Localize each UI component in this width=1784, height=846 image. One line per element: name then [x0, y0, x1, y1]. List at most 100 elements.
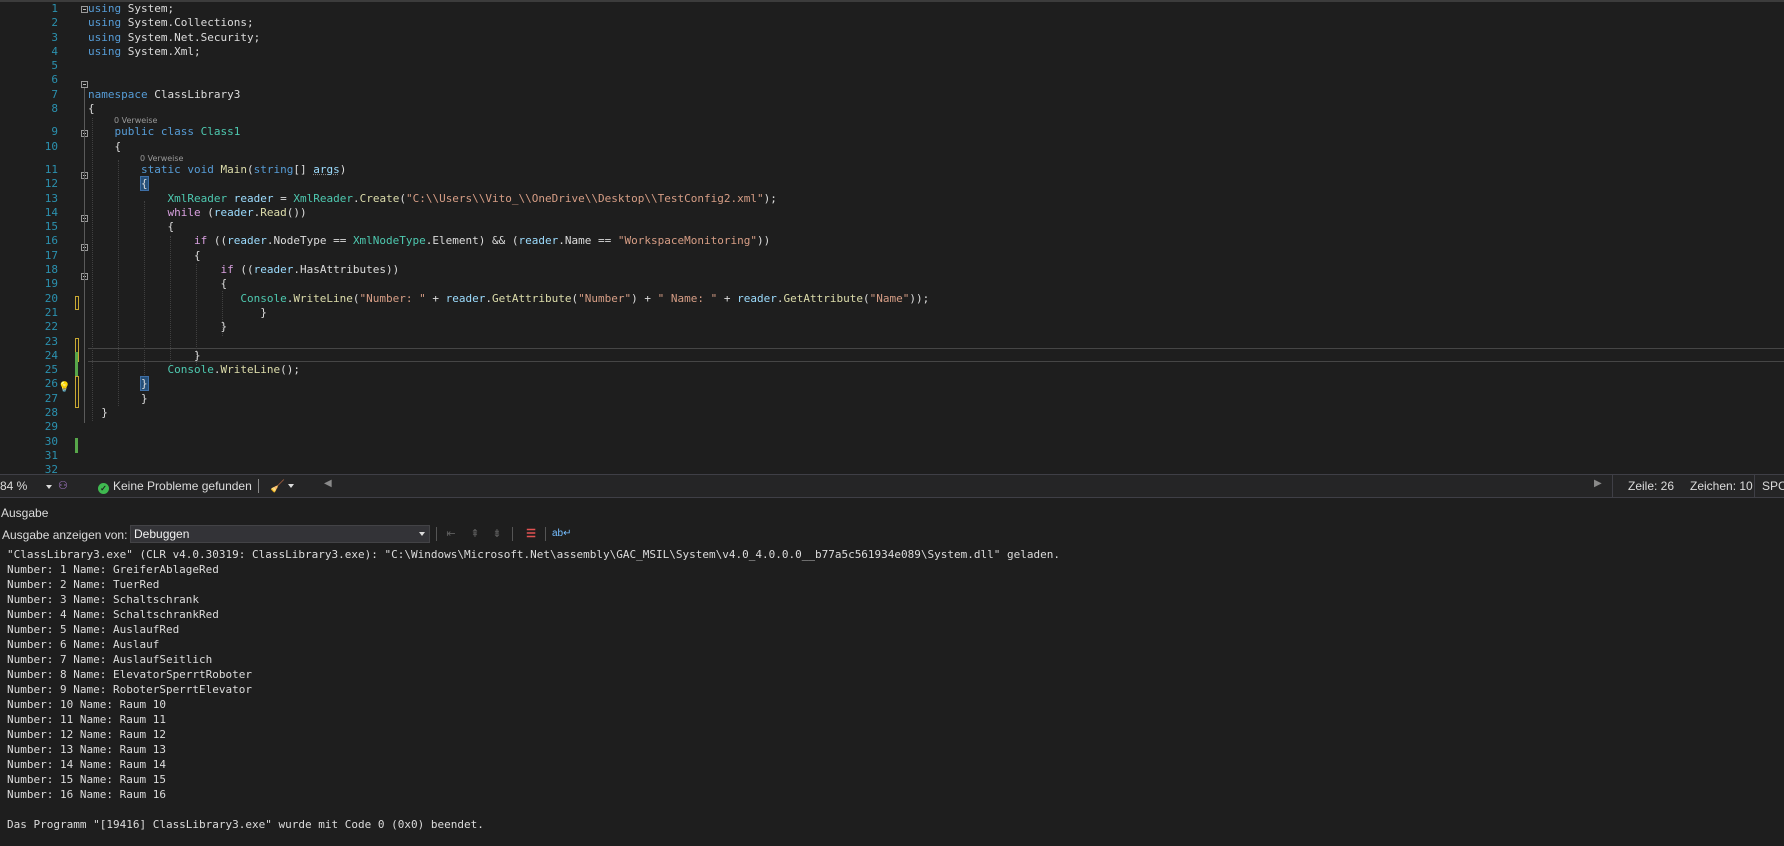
output-line: Number: 16 Name: Raum 16 [7, 788, 166, 801]
line-number: 12 [44, 177, 58, 191]
code-line-19: { [220, 277, 228, 291]
change-marker-saved [75, 438, 78, 453]
line-number: 19 [44, 277, 58, 291]
show-output-from-label: Ausgabe anzeigen von: [2, 528, 128, 542]
code-line-13: XmlReader reader = XmlReader.Create("C:\… [167, 191, 777, 205]
zoom-dropdown[interactable]: 84 % [0, 477, 52, 493]
code-line-20: Console.WriteLine("Number: " + reader.Ge… [240, 291, 930, 305]
next-message-icon[interactable]: ⇟ [488, 525, 506, 543]
line-number: 13 [44, 191, 58, 205]
code-line-25: Console.WriteLine(); [167, 363, 300, 377]
code-line-3: using System.Net.Security; [88, 30, 261, 44]
scroll-left-icon[interactable]: ◀ [324, 478, 332, 489]
code-line-22: } [220, 320, 228, 334]
change-marker-unsaved [75, 376, 79, 408]
output-text-area[interactable]: "ClassLibrary3.exe" (CLR v4.0.30319: Cla… [0, 547, 1784, 846]
line-number: 5 [51, 59, 58, 73]
output-source-select[interactable]: Debuggen [130, 525, 430, 543]
fold-toggle-using[interactable] [81, 6, 88, 13]
editor-status-bar: 84 % ⚇ ✓ Keine Probleme gefunden 🧹 ◀ ▶ Ze… [0, 474, 1784, 497]
line-number: 7 [51, 87, 58, 101]
code-line-10: { [114, 139, 122, 153]
code-line-18: if ((reader.HasAttributes)) [220, 263, 400, 277]
zoom-level: 84 % [0, 479, 28, 493]
line-number: 30 [44, 434, 58, 448]
line-number: 4 [51, 44, 58, 58]
clear-all-icon[interactable]: ☰ [522, 525, 540, 543]
line-number: 20 [44, 291, 58, 305]
code-lens-references[interactable]: 0 Verweise [88, 154, 1784, 163]
fold-toggle-namespace[interactable] [81, 81, 88, 88]
code-line-7: namespace ClassLibrary3 [88, 87, 241, 101]
code-line-14: while (reader.Read()) [167, 205, 307, 219]
column-indicator[interactable]: Zeichen: 10 [1690, 479, 1753, 493]
output-line: Number: 15 Name: Raum 15 [7, 773, 166, 786]
change-marker-saved [75, 352, 78, 376]
line-indicator[interactable]: Zeile: 26 [1628, 479, 1674, 493]
check-circle-icon: ✓ [98, 483, 109, 494]
code-area[interactable]: using System; using System.Collections; … [88, 2, 1784, 420]
output-line: Number: 7 Name: AuslaufSeitlich [7, 653, 213, 666]
line-number: 31 [44, 448, 58, 462]
line-number: 6 [51, 73, 58, 87]
line-number: 28 [44, 406, 58, 420]
output-toolbar: Ausgabe anzeigen von: Debuggen ⇤ ⇞ ⇟ ☰ a… [0, 523, 1784, 547]
line-number: 15 [44, 220, 58, 234]
line-number: 32 [44, 463, 58, 474]
code-editor[interactable]: 💡 1 2 3 4 5 6 7 8 9 10 11 12 13 14 15 16… [0, 0, 1784, 474]
code-line-1: using System; [88, 2, 175, 15]
chevron-down-icon[interactable] [288, 484, 294, 488]
line-number-gutter: 1 2 3 4 5 6 7 8 9 10 11 12 13 14 15 16 1… [0, 2, 60, 474]
chevron-down-icon [46, 485, 52, 489]
code-cleanup-icon[interactable]: 🧹 [270, 479, 285, 493]
code-line-12: { [140, 176, 149, 192]
code-line-11: static void Main(string[] args) [140, 162, 347, 176]
output-line: Number: 2 Name: TuerRed [7, 578, 160, 591]
line-number: 3 [51, 30, 58, 44]
code-line-16: if ((reader.NodeType == XmlNodeType.Elem… [193, 234, 771, 248]
change-marker-unsaved [75, 296, 79, 310]
line-number: 9 [51, 125, 58, 139]
line-number: 10 [44, 139, 58, 153]
word-wrap-icon[interactable]: ab↵ [552, 525, 572, 543]
line-number: 8 [51, 102, 58, 116]
output-line: Number: 4 Name: SchaltschrankRed [7, 608, 219, 621]
code-lens-references[interactable]: 0 Verweise [88, 116, 1784, 125]
line-number: 16 [44, 234, 58, 248]
divider [258, 479, 259, 493]
copilot-icon[interactable]: ⚇ [58, 479, 68, 492]
find-message-icon[interactable]: ⇤ [442, 525, 460, 543]
code-line-17: { [193, 248, 201, 262]
previous-message-icon[interactable]: ⇞ [466, 525, 484, 543]
line-number: 23 [44, 334, 58, 348]
line-number: 22 [44, 320, 58, 334]
divider [1612, 475, 1613, 497]
divider [436, 527, 437, 541]
line-number: 21 [44, 305, 58, 319]
code-line-15: { [167, 220, 175, 234]
output-line: "ClassLibrary3.exe" (CLR v4.0.30319: Cla… [7, 548, 1060, 561]
code-line-27: } [140, 391, 148, 405]
code-line-4: using System.Xml; [88, 44, 201, 58]
panel-title: Ausgabe [1, 506, 49, 520]
code-line-8: { [88, 102, 95, 116]
scroll-right-icon[interactable]: ▶ [1594, 478, 1602, 489]
output-line: Number: 1 Name: GreiferAblageRed [7, 563, 219, 576]
line-number: 25 [44, 363, 58, 377]
output-line: Number: 10 Name: Raum 10 [7, 698, 166, 711]
line-number: 14 [44, 205, 58, 219]
line-number: 24 [44, 348, 58, 362]
issues-indicator[interactable]: ✓ Keine Probleme gefunden [98, 479, 252, 494]
fold-guide [84, 88, 85, 423]
output-line: Number: 6 Name: Auslauf [7, 638, 160, 651]
output-line: Number: 14 Name: Raum 14 [7, 758, 166, 771]
chevron-down-icon [419, 532, 425, 536]
line-number: 29 [44, 420, 58, 434]
whitespace-mode[interactable]: SPC [1762, 479, 1784, 493]
code-line-24: } [193, 348, 201, 362]
output-line: Das Programm "[19416] ClassLibrary3.exe"… [7, 818, 484, 831]
